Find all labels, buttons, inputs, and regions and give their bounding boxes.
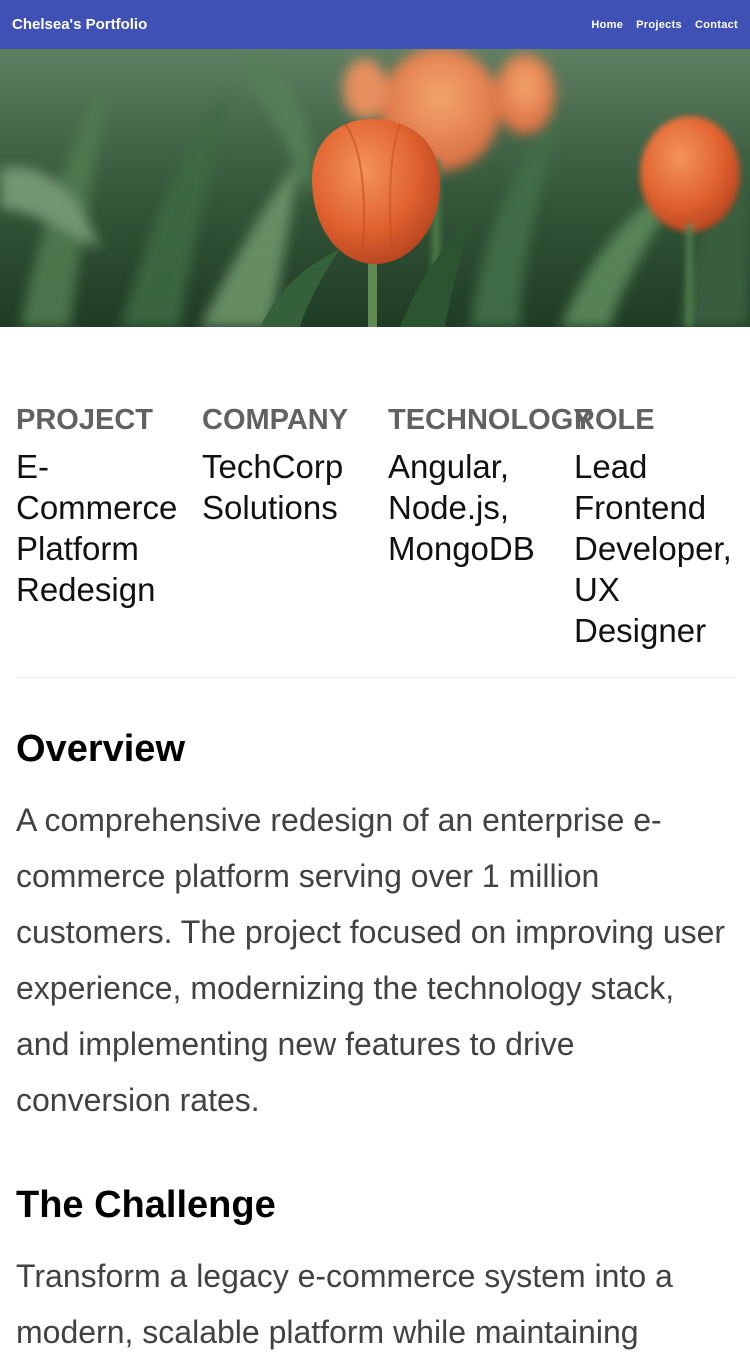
meta-value: Angular, Node.js, MongoDB: [388, 448, 535, 567]
nav-link-home[interactable]: Home: [591, 19, 623, 31]
project-meta: PROJECT E-Commerce Platform Redesign COM…: [16, 402, 736, 678]
challenge-heading: The Challenge: [16, 1184, 276, 1226]
meta-value: TechCorp Solutions: [202, 448, 344, 526]
meta-label: PROJECT: [16, 404, 153, 436]
meta-value: E-Commerce Platform Redesign: [16, 448, 178, 608]
overview-text: A comprehensive redesign of an enterpris…: [16, 802, 726, 1118]
nav-link-projects[interactable]: Projects: [636, 19, 682, 31]
meta-technology: TECHNOLOGY Angular, Node.js, MongoDB: [388, 402, 593, 651]
case-study-content: PROJECT E-Commerce Platform Redesign COM…: [16, 402, 736, 1360]
nav-links: Home Projects Contact: [591, 19, 738, 31]
meta-role: ROLE Lead Frontend Developer, UX Designe…: [574, 402, 736, 651]
hero-image: [0, 49, 750, 327]
meta-label: ROLE: [574, 404, 655, 436]
brand-title[interactable]: Chelsea's Portfolio: [12, 16, 147, 33]
tulip-photo-icon: [0, 49, 750, 327]
meta-label: TECHNOLOGY: [388, 404, 593, 436]
meta-value: Lead Frontend Developer, UX Designer: [574, 448, 732, 649]
meta-label: COMPANY: [202, 404, 349, 436]
meta-project: PROJECT E-Commerce Platform Redesign: [16, 402, 202, 651]
nav-link-contact[interactable]: Contact: [695, 19, 738, 31]
overview-heading: Overview: [16, 728, 185, 770]
top-navbar: Chelsea's Portfolio Home Projects Contac…: [0, 0, 750, 49]
challenge-text: Transform a legacy e-commerce system int…: [16, 1258, 673, 1350]
meta-company: COMPANY TechCorp Solutions: [202, 402, 388, 651]
